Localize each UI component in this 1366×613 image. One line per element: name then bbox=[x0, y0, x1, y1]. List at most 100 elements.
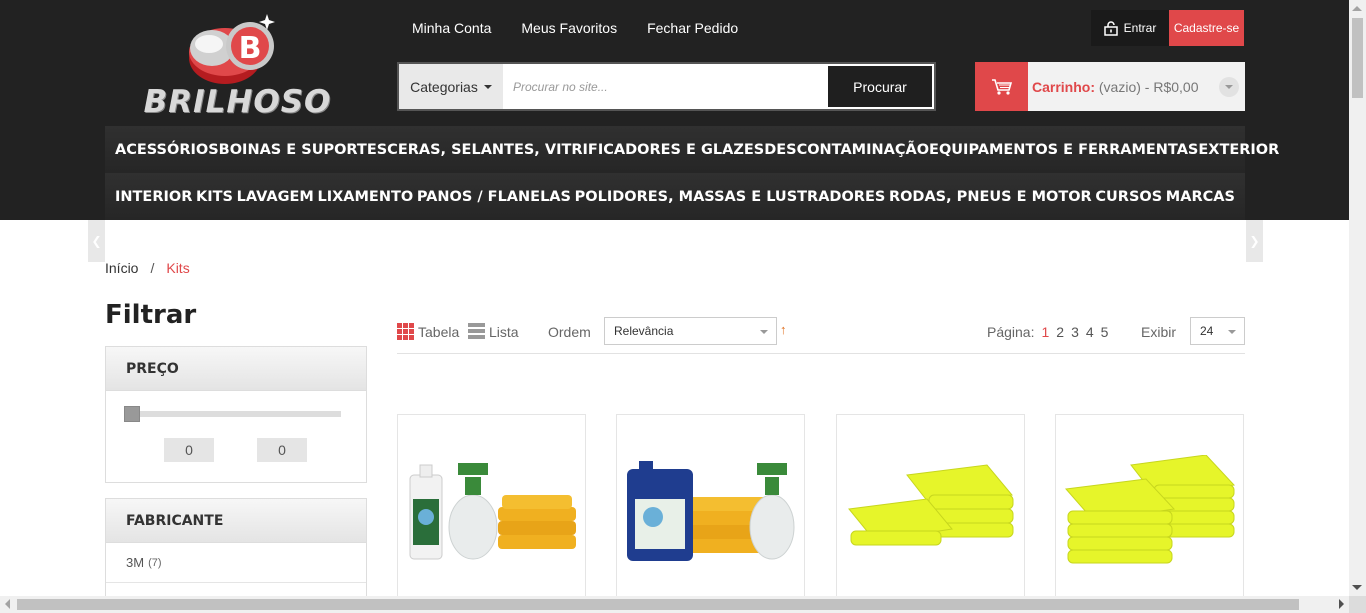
scroll-up-icon[interactable] bbox=[1352, 6, 1362, 11]
listing-toolbar: Tabela Lista Ordem Relevância ↑ Página: … bbox=[397, 316, 1245, 354]
page-link[interactable]: 4 bbox=[1086, 324, 1094, 340]
price-min-value: 0 bbox=[164, 438, 214, 462]
manufacturer-filter-heading[interactable]: FABRICANTE bbox=[106, 499, 366, 543]
scroll-left-icon[interactable] bbox=[5, 599, 10, 609]
manufacturer-filter: FABRICANTE 3M (7) bbox=[105, 498, 367, 598]
sort-arrow-icon[interactable]: ↑ bbox=[780, 322, 787, 337]
lock-icon bbox=[1103, 20, 1118, 36]
menu-item-kits[interactable]: KITS bbox=[196, 189, 233, 205]
menu-item-boinas[interactable]: BOINAS E SUPORTES bbox=[219, 142, 388, 158]
top-links: Minha Conta Meus Favoritos Fechar Pedido bbox=[412, 20, 738, 36]
svg-text:B: B bbox=[239, 31, 262, 66]
view-grid-button[interactable]: Tabela bbox=[397, 323, 459, 340]
show-label: Exibir bbox=[1141, 324, 1177, 340]
vertical-scrollbar[interactable] bbox=[1349, 0, 1366, 596]
search-button[interactable]: Procurar bbox=[828, 66, 932, 107]
menu-item-rodas[interactable]: RODAS, PNEUS E MOTOR bbox=[889, 189, 1092, 205]
price-filter: PREÇO 0 0 bbox=[105, 346, 367, 483]
view-list-button[interactable]: Lista bbox=[468, 323, 519, 340]
logo-emblem-icon: B bbox=[189, 14, 275, 84]
cart-summary: Carrinho: (vazio) - R$0,00 bbox=[1032, 79, 1198, 95]
pagination: Página: 1 2 3 4 5 bbox=[987, 324, 1108, 340]
carousel-next-button[interactable]: ❯ bbox=[1246, 220, 1263, 262]
page-link[interactable]: 3 bbox=[1071, 324, 1079, 340]
cart-dropdown-toggle[interactable] bbox=[1219, 77, 1239, 97]
product-image bbox=[1065, 455, 1236, 564]
menu-item-polidores[interactable]: POLIDORES, MASSAS E LUSTRADORES bbox=[575, 189, 886, 205]
towel-stack bbox=[498, 495, 576, 549]
menu-item-lavagem[interactable]: LAVAGEM bbox=[237, 189, 314, 205]
order-label: Ordem bbox=[548, 324, 591, 340]
product-card[interactable] bbox=[397, 414, 586, 604]
cart-status: (vazio) - R$0,00 bbox=[1098, 78, 1199, 95]
menu-item-interior[interactable]: INTERIOR bbox=[115, 189, 192, 205]
price-slider-track[interactable] bbox=[126, 411, 341, 417]
order-value: Relevância bbox=[614, 324, 674, 338]
site-header: B BRILHOSO Minha Conta Meus Favoritos Fe… bbox=[0, 0, 1349, 220]
auth-buttons: Entrar Cadastre-se bbox=[1091, 10, 1244, 46]
product-image bbox=[409, 463, 576, 560]
menu-item-lixamento[interactable]: LIXAMENTO bbox=[317, 189, 413, 205]
product-image bbox=[848, 464, 1014, 546]
carousel-prev-button[interactable]: ❮ bbox=[88, 220, 105, 262]
manufacturer-count: (7) bbox=[148, 556, 162, 569]
chevron-down-icon bbox=[1228, 330, 1236, 334]
list-icon bbox=[468, 323, 485, 339]
product-card[interactable] bbox=[616, 414, 805, 604]
categories-label: Categorias bbox=[410, 78, 478, 95]
product-card[interactable] bbox=[836, 414, 1025, 604]
category-menu-row1: ACESSÓRIOS BOINAS E SUPORTES CERAS, SELA… bbox=[105, 126, 1279, 173]
brand-name: BRILHOSO bbox=[143, 84, 332, 120]
filter-title: Filtrar bbox=[105, 300, 197, 330]
vertical-scroll-thumb[interactable] bbox=[1352, 18, 1363, 98]
category-menu-row2: INTERIOR KITS LAVAGEM LIXAMENTO PANOS / … bbox=[105, 173, 1245, 220]
page-label: Página: bbox=[987, 324, 1035, 340]
breadcrumb-separator: / bbox=[150, 260, 155, 276]
price-max-value: 0 bbox=[257, 438, 307, 462]
view-list-label: Lista bbox=[489, 323, 519, 340]
view-grid-label: Tabela bbox=[418, 323, 460, 340]
manufacturer-name: 3M bbox=[126, 555, 145, 570]
horizontal-scroll-thumb[interactable] bbox=[17, 599, 1299, 610]
horizontal-scrollbar[interactable] bbox=[0, 596, 1349, 613]
checkout-link[interactable]: Fechar Pedido bbox=[647, 20, 738, 36]
menu-item-descontaminacao[interactable]: DESCONTAMINAÇÃO bbox=[764, 142, 929, 158]
scroll-down-icon[interactable] bbox=[1352, 585, 1362, 590]
menu-item-cursos[interactable]: CURSOS bbox=[1095, 189, 1162, 205]
search-bar: Categorias Procurar bbox=[397, 62, 936, 111]
menu-item-exterior[interactable]: EXTERIOR bbox=[1198, 142, 1279, 158]
menu-item-marcas[interactable]: MARCAS bbox=[1166, 189, 1235, 205]
price-filter-heading[interactable]: PREÇO bbox=[106, 347, 366, 391]
breadcrumb-home[interactable]: Início bbox=[105, 260, 138, 276]
menu-item-acessorios[interactable]: ACESSÓRIOS bbox=[115, 142, 219, 158]
search-input[interactable] bbox=[503, 64, 826, 109]
chevron-down-icon bbox=[483, 84, 492, 89]
brand-logo[interactable]: B BRILHOSO bbox=[105, 10, 370, 120]
scroll-right-icon[interactable] bbox=[1339, 599, 1344, 609]
menu-item-panos[interactable]: PANOS / FLANELAS bbox=[417, 189, 571, 205]
login-label: Entrar bbox=[1123, 21, 1157, 35]
register-button[interactable]: Cadastre-se bbox=[1169, 10, 1244, 46]
login-button[interactable]: Entrar bbox=[1091, 10, 1169, 46]
categories-dropdown[interactable]: Categorias bbox=[399, 64, 503, 109]
show-count-select[interactable]: 24 bbox=[1190, 317, 1245, 345]
manufacturer-item[interactable]: 3M (7) bbox=[106, 543, 366, 583]
favorites-link[interactable]: Meus Favoritos bbox=[521, 20, 617, 36]
breadcrumb-current: Kits bbox=[166, 260, 190, 276]
my-account-link[interactable]: Minha Conta bbox=[412, 20, 491, 36]
page-link-current[interactable]: 1 bbox=[1041, 324, 1049, 340]
chevron-down-icon bbox=[1225, 85, 1233, 89]
page-link[interactable]: 2 bbox=[1056, 324, 1064, 340]
breadcrumb: Início / Kits bbox=[105, 260, 190, 276]
order-select[interactable]: Relevância bbox=[604, 317, 777, 345]
menu-item-ceras[interactable]: CERAS, SELANTES, VITRIFICADORES E GLAZES bbox=[387, 142, 764, 158]
cart-icon-box bbox=[975, 62, 1028, 111]
product-card[interactable] bbox=[1055, 414, 1244, 604]
cart-widget[interactable]: Carrinho: (vazio) - R$0,00 bbox=[975, 62, 1245, 111]
menu-item-equipamentos[interactable]: EQUIPAMENTOS E FERRAMENTAS bbox=[929, 142, 1198, 158]
price-slider-handle[interactable] bbox=[124, 406, 140, 422]
cart-label: Carrinho: bbox=[1032, 78, 1095, 95]
page-link[interactable]: 5 bbox=[1101, 324, 1109, 340]
cart-icon bbox=[991, 78, 1012, 95]
grid-icon bbox=[397, 323, 414, 340]
